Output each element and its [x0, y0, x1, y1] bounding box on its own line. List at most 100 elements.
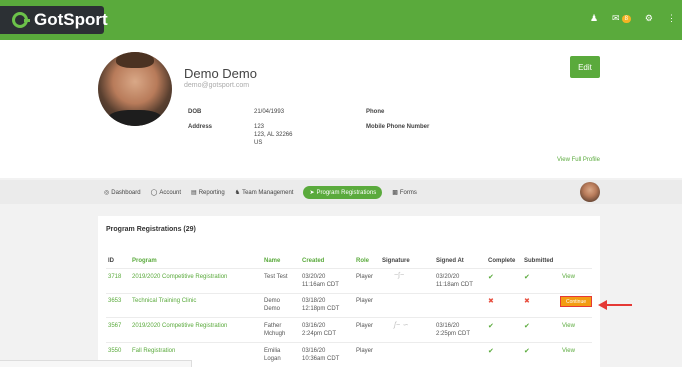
header-divider — [106, 268, 592, 269]
address-line3: US — [254, 140, 263, 146]
user-avatar-small[interactable] — [580, 182, 600, 202]
col-header-role[interactable]: Role — [356, 258, 369, 264]
row-3-signed-time: 2:25pm CDT — [436, 331, 471, 337]
profile-name: Demo Demo — [184, 66, 257, 81]
col-header-complete: Complete — [488, 258, 516, 264]
row-4-submitted-check-icon: ✔ — [524, 348, 530, 355]
row-3-submitted-check-icon: ✔ — [524, 323, 530, 330]
gotsport-logo[interactable]: GotSport — [0, 6, 108, 34]
col-header-submitted: Submitted — [524, 258, 554, 264]
row-1-created-date: 03/20/20 — [302, 274, 326, 280]
profile-avatar — [98, 52, 172, 126]
tab-reporting[interactable]: ▤ Reporting — [191, 186, 225, 199]
tab-team-management[interactable]: ♞ Team Management — [235, 186, 294, 199]
col-header-created[interactable]: Created — [302, 258, 324, 264]
row-2-created-date: 03/18/20 — [302, 298, 326, 304]
row-3-signature-image: ʃ~ ∽ — [394, 322, 408, 329]
row-4-name-last: Logan — [264, 356, 281, 362]
logo-text: GotSport — [34, 10, 108, 29]
mail-icon: ✉ — [612, 13, 620, 23]
row-2-program[interactable]: Technical Training Clinic — [132, 297, 196, 305]
address-label: Address — [188, 124, 213, 130]
col-header-signed-at: Signed At — [436, 258, 464, 264]
row-1-signature-image: ~∫~ — [394, 272, 405, 279]
row-4-program[interactable]: Fall Registration — [132, 347, 175, 355]
row-3-role: Player — [356, 323, 374, 329]
row-3-id[interactable]: 3567 — [108, 322, 121, 330]
tab-dashboard[interactable]: ◎ Dashboard — [104, 186, 141, 199]
row-1-view-link[interactable]: View — [562, 274, 575, 280]
annotation-arrow-icon — [598, 300, 632, 310]
col-header-id: ID — [108, 258, 114, 264]
row-3-signed-date: 03/16/20 — [436, 323, 460, 329]
row-4-complete-check-icon: ✔ — [488, 348, 494, 355]
row-2-complete-cross-icon: ✖ — [488, 298, 494, 305]
row-1-id[interactable]: 3718 — [108, 273, 121, 281]
mail-button[interactable]: ✉ 8 — [612, 13, 631, 24]
profile-panel: Demo Demo demo@gotsport.com Edit DOB 21/… — [0, 40, 682, 178]
row-2-created-time: 12:18pm CDT — [302, 306, 340, 312]
top-icons: ♟ ✉ 8 ⚙ ⋮ — [590, 13, 676, 24]
row-2-id[interactable]: 3653 — [108, 297, 121, 305]
row-divider — [106, 342, 592, 343]
account-icon: ◯ — [150, 190, 158, 196]
row-2-role: Player — [356, 298, 374, 304]
row-3-complete-check-icon: ✔ — [488, 323, 494, 330]
tab-label: Forms — [399, 189, 417, 196]
row-1-submitted-check-icon: ✔ — [524, 274, 530, 281]
team-icon: ♞ — [234, 190, 241, 196]
registrations-title: Program Registrations (29) — [106, 226, 196, 233]
row-4-id[interactable]: 3550 — [108, 347, 121, 355]
dob-value: 21/04/1993 — [254, 109, 285, 115]
dashboard-icon: ◎ — [104, 190, 110, 196]
col-header-program[interactable]: Program — [132, 258, 157, 264]
row-3-name-first: Father — [264, 323, 282, 329]
row-divider — [106, 317, 592, 318]
edit-button[interactable]: Edit — [570, 56, 600, 78]
address-line1: 123 — [254, 124, 265, 130]
address-line2: 123, AL 32266 — [254, 132, 293, 138]
tab-forms[interactable]: ▩ Forms — [392, 186, 417, 199]
row-1-signed-date: 03/20/20 — [436, 274, 460, 280]
row-1-program[interactable]: 2019/2020 Competitive Registration — [132, 273, 227, 281]
row-divider — [106, 293, 592, 294]
row-3-created-time: 2:24pm CDT — [302, 331, 337, 337]
report-icon: ▤ — [191, 190, 197, 196]
row-3-view-link[interactable]: View — [562, 323, 575, 329]
profile-email: demo@gotsport.com — [184, 82, 250, 89]
tab-account[interactable]: ◯ Account — [151, 186, 181, 199]
row-3-created-date: 03/16/20 — [302, 323, 326, 329]
sub-navigation: ◎ Dashboard ◯ Account ▤ Reporting ♞ Team… — [0, 180, 682, 204]
row-4-role: Player — [356, 348, 374, 354]
row-1-created-time: 11:16am CDT — [302, 282, 339, 288]
forms-icon: ▩ — [392, 190, 398, 196]
gear-icon[interactable]: ⚙ — [645, 13, 653, 24]
row-1-name: Test Test — [264, 274, 288, 280]
col-header-name[interactable]: Name — [264, 258, 280, 264]
row-4-name-first: Emilia — [264, 348, 281, 354]
row-3-program[interactable]: 2019/2020 Competitive Registration — [132, 322, 227, 330]
phone-label: Phone — [366, 109, 385, 115]
row-2-continue-button[interactable]: Continue — [560, 296, 592, 307]
col-header-signature: Signature — [382, 258, 410, 264]
row-4-created-time: 10:36am CDT — [302, 356, 340, 362]
browser-status-bar — [0, 360, 192, 367]
row-1-signed-time: 11:18am CDT — [436, 282, 473, 288]
row-4-created-date: 03/16/20 — [302, 348, 326, 354]
view-full-profile-link[interactable]: View Full Profile — [557, 157, 600, 163]
user-icon[interactable]: ♟ — [590, 13, 598, 24]
tab-label: Account — [159, 189, 182, 196]
row-1-role: Player — [356, 274, 374, 280]
tab-label: Reporting — [198, 189, 225, 196]
row-2-submitted-cross-icon: ✖ — [524, 298, 530, 305]
tab-program-registrations[interactable]: ➤ Program Registrations — [303, 186, 383, 199]
top-navbar: GotSport ♟ ✉ 8 ⚙ ⋮ — [0, 0, 682, 40]
row-4-view-link[interactable]: View — [562, 348, 575, 354]
program-registrations-card: Program Registrations (29) ID Program Na… — [98, 216, 600, 367]
grid-icon[interactable]: ⋮ — [667, 13, 676, 24]
dob-label: DOB — [188, 109, 202, 115]
logo-mark-icon — [12, 12, 30, 28]
tab-label: Team Management — [242, 189, 294, 196]
row-2-name-first: Demo — [264, 298, 281, 304]
row-1-complete-check-icon: ✔ — [488, 274, 494, 281]
